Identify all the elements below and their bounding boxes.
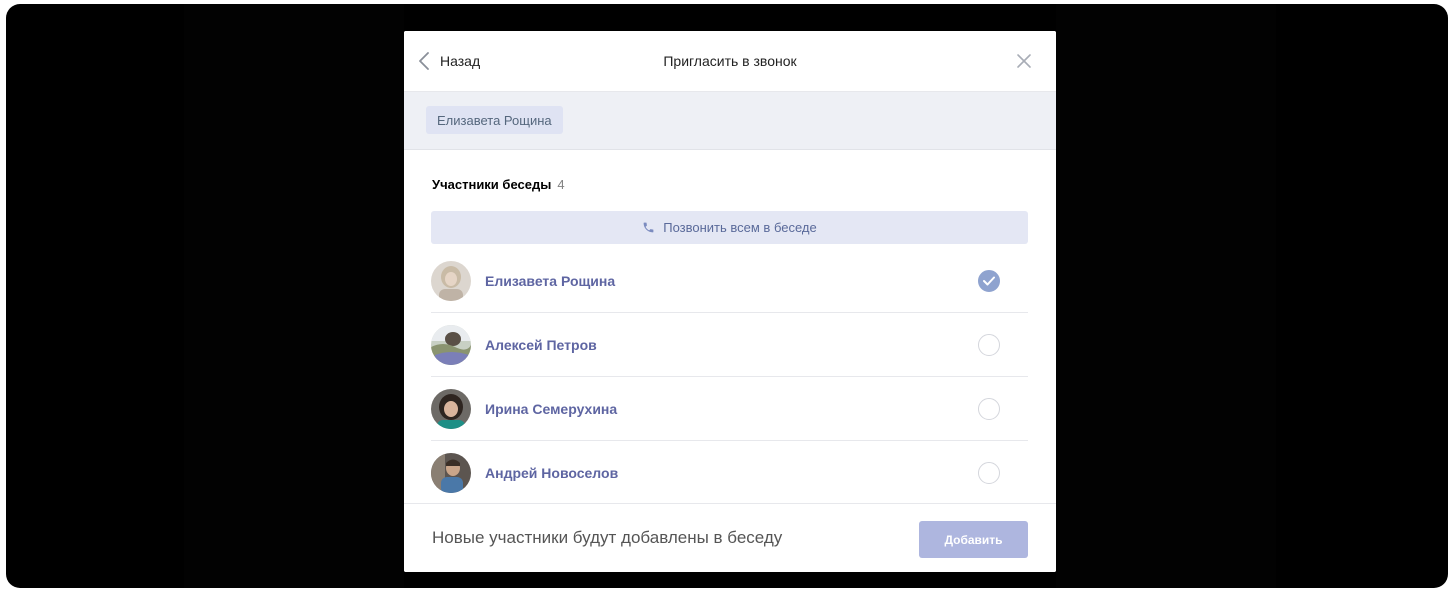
selected-chip[interactable]: Елизавета Рощина <box>426 106 563 134</box>
member-name: Ирина Семерухина <box>485 400 618 417</box>
dialog-header: Назад Пригласить в звонок <box>404 31 1056 92</box>
member-row[interactable]: Андрей Новоселов <box>431 441 1028 505</box>
avatar-photo-blonde-woman <box>431 260 471 301</box>
avatar-photo-woman-dark-hair <box>431 388 471 429</box>
call-all-button[interactable]: Позвонить всем в беседе <box>431 211 1028 244</box>
add-button[interactable]: Добавить <box>919 521 1028 558</box>
avatar <box>431 453 471 493</box>
members-list: Елизавета Рощина Алексей Петров Ирина Се… <box>431 249 1028 505</box>
members-count: 4 <box>557 177 565 192</box>
member-row[interactable]: Алексей Петров <box>431 313 1028 377</box>
invite-to-call-dialog: Назад Пригласить в звонок Елизавета Рощи… <box>404 31 1056 572</box>
avatar <box>431 324 471 365</box>
call-all-label: Позвонить всем в беседе <box>663 220 817 235</box>
avatar-photo-man <box>431 453 471 493</box>
backdrop-shade-right <box>1056 4 1276 588</box>
members-section-title: Участники беседы 4 <box>432 177 565 192</box>
member-row[interactable]: Елизавета Рощина <box>431 249 1028 313</box>
member-checkbox[interactable] <box>978 398 1000 420</box>
close-button[interactable] <box>1016 53 1032 69</box>
member-checkbox[interactable] <box>978 462 1000 484</box>
avatar-photo-landscape <box>431 324 471 365</box>
selected-participants-bar: Елизавета Рощина <box>404 92 1056 150</box>
members-section-label: Участники беседы <box>432 177 552 192</box>
member-checkbox[interactable] <box>978 270 1000 292</box>
back-button[interactable]: Назад <box>418 49 480 73</box>
chevron-left-icon <box>419 52 429 70</box>
back-label: Назад <box>440 53 481 69</box>
phone-icon <box>643 222 654 233</box>
member-name: Алексей Петров <box>485 336 597 353</box>
close-icon <box>1017 54 1031 68</box>
avatar <box>431 388 471 429</box>
footer-note: Новые участники будут добавлены в беседу <box>432 528 783 547</box>
dialog-title: Пригласить в звонок <box>663 53 797 69</box>
backdrop-shade-left <box>184 4 404 588</box>
member-name: Андрей Новоселов <box>485 465 619 481</box>
member-row[interactable]: Ирина Семерухина <box>431 377 1028 441</box>
dialog-footer: Новые участники будут добавлены в беседу… <box>404 503 1056 572</box>
member-checkbox[interactable] <box>978 334 1000 356</box>
avatar <box>431 260 471 301</box>
checkmark-icon <box>983 276 995 286</box>
member-name: Елизавета Рощина <box>485 272 616 289</box>
